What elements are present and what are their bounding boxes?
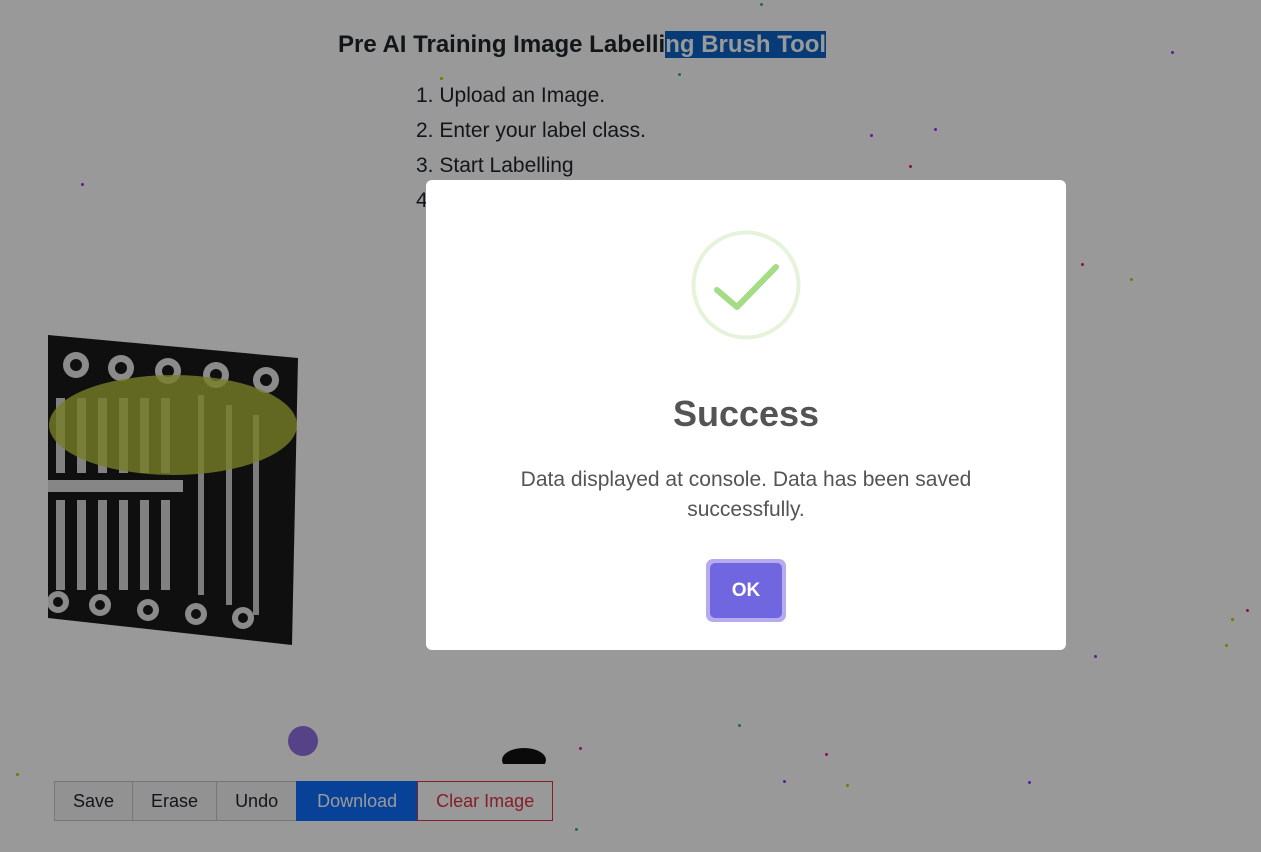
ok-button-focus-ring: OK — [706, 559, 786, 622]
success-check-icon — [691, 230, 801, 340]
success-dialog: Success Data displayed at console. Data … — [426, 180, 1066, 650]
ok-button[interactable]: OK — [710, 563, 782, 618]
dialog-title: Success — [672, 393, 820, 434]
dialog-message: Data displayed at console. Data has been… — [520, 468, 972, 521]
